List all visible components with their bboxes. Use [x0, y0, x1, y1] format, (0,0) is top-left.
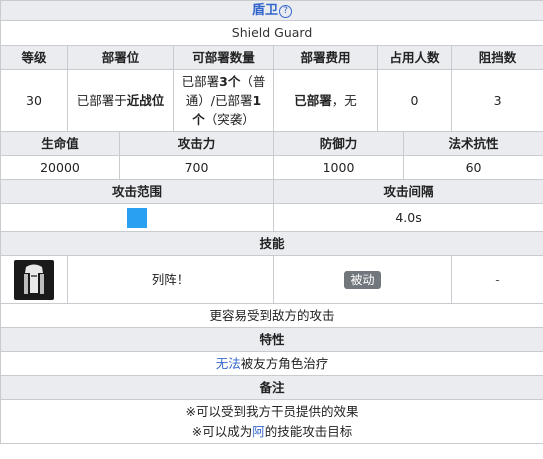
header-traits: 特性 — [0, 327, 543, 352]
atk-value: 700 — [119, 155, 274, 180]
header-block: 阻挡数 — [450, 45, 543, 70]
header-attack-range: 攻击范围 — [0, 179, 274, 204]
position-bold: 近战位 — [126, 92, 165, 108]
note-2-suffix: 的技能攻击目标 — [264, 423, 353, 439]
def-value: 1000 — [273, 155, 404, 180]
shield-robot-icon — [14, 259, 54, 300]
deployable-count-value: 已部署3个（普通）/已部署1个（突袭） — [173, 69, 274, 132]
skill-type-badge: 被动 — [344, 270, 381, 289]
deploy-cost-value: 已部署，无 — [273, 69, 378, 132]
note-line-1: ※可以受到我方干员提供的效果 — [185, 403, 359, 419]
occupancy-value: 0 — [377, 69, 452, 132]
english-name: Shield Guard — [0, 20, 543, 46]
title-cell: 盾卫? — [0, 0, 543, 21]
deploy-text-3: （突袭） — [204, 112, 255, 127]
deploy-bold-1: 3个 — [219, 74, 241, 89]
cost-rest: ，无 — [331, 92, 357, 108]
hp-value: 20000 — [0, 155, 120, 180]
attack-range-grid-icon — [127, 207, 147, 228]
trait-link[interactable]: 无法 — [216, 356, 241, 371]
traits-value: 无法被友方角色治疗 — [0, 351, 543, 376]
note-line-2: ※可以成为阿的技能攻击目标 — [2, 422, 543, 442]
header-attack-interval: 攻击间隔 — [272, 179, 543, 204]
operator-infobox: 盾卫? Shield Guard 等级 部署位 可部署数量 部署费用 占用人数 … — [0, 0, 543, 459]
level-value: 30 — [0, 69, 68, 132]
attack-interval-value: 4.0s — [272, 203, 543, 232]
skill-name: 列阵！ — [67, 255, 274, 304]
res-value: 60 — [402, 155, 543, 180]
header-res: 法术抗性 — [402, 131, 543, 156]
block-value: 3 — [450, 69, 543, 132]
header-notes: 备注 — [0, 375, 543, 400]
header-def: 防御力 — [273, 131, 404, 156]
cost-bold: 已部署 — [294, 92, 332, 108]
skill-icon-cell — [0, 255, 68, 304]
header-deploy-position: 部署位 — [67, 45, 174, 70]
header-skill: 技能 — [0, 231, 543, 256]
info-table: 盾卫? Shield Guard 等级 部署位 可部署数量 部署费用 占用人数 … — [0, 0, 543, 444]
skill-type-cell: 被动 — [273, 255, 452, 304]
trait-text: 被友方角色治疗 — [240, 355, 329, 371]
skill-description: 更容易受到敌方的攻击 — [0, 303, 543, 328]
help-icon[interactable]: ? — [279, 5, 293, 18]
header-deploy-cost: 部署费用 — [273, 45, 378, 70]
note-2-link[interactable]: 阿 — [252, 424, 265, 439]
page-title[interactable]: 盾卫 — [252, 3, 278, 18]
header-atk: 攻击力 — [119, 131, 274, 156]
attack-range-cell — [0, 203, 274, 232]
header-level: 等级 — [0, 45, 68, 70]
position-prefix: 已部署于 — [76, 92, 127, 108]
note-2-prefix: ※可以成为 — [191, 423, 253, 439]
skill-extra: - — [450, 255, 543, 304]
header-deployable-count: 可部署数量 — [173, 45, 274, 70]
header-occupancy: 占用人数 — [377, 45, 452, 70]
deploy-position-value: 已部署于近战位 — [67, 69, 174, 132]
deploy-text-1: 已部署 — [181, 74, 220, 89]
header-hp: 生命值 — [0, 131, 120, 156]
notes-value: ※可以受到我方干员提供的效果 ※可以成为阿的技能攻击目标 — [0, 399, 543, 444]
